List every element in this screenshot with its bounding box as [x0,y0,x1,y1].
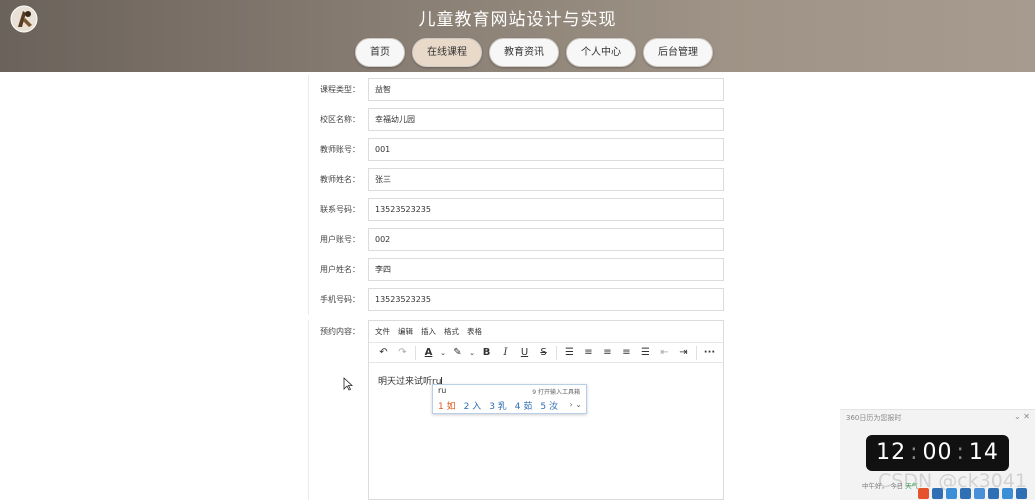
clock-minutes: 00 [922,440,953,465]
ime-candidate[interactable]: 4 茹 [515,399,533,412]
nav-home[interactable]: 首页 [355,38,405,67]
ime-hint[interactable]: 9 打开输入工具箱 [532,387,580,396]
ime-page-arrows[interactable]: › ⌄ [570,400,582,409]
menu-table[interactable]: 表格 [467,321,482,342]
language-icon[interactable] [932,488,943,499]
teacher-account-field[interactable]: 001 [368,138,724,161]
text-color-icon[interactable]: A [419,344,438,362]
ime-candidate[interactable]: 3 乳 [489,399,507,412]
tools-icon[interactable] [1016,488,1027,499]
user-account-label: 用户账号： [308,225,368,255]
ime-candidate-window: ru 9 打开输入工具箱 1 如 2 入 3 乳 4 茹 5 汝 › ⌄ [432,384,587,414]
chevron-down-icon[interactable]: ⌄ [438,344,448,362]
close-icon[interactable]: ⌄ ✕ [1014,412,1030,421]
punctuation-icon[interactable] [946,488,957,499]
align-justify-icon[interactable]: ☰ [636,344,655,362]
campus-field[interactable]: 幸福幼儿园 [368,108,724,131]
teacher-name-field[interactable]: 张三 [368,168,724,191]
toolbar-divider [415,345,416,360]
undo-icon[interactable]: ↶ [374,344,393,362]
menu-file[interactable]: 文件 [375,321,390,342]
redo-icon[interactable]: ↷ [393,344,412,362]
menu-insert[interactable]: 插入 [421,321,436,342]
more-icon[interactable]: ··· [700,344,719,362]
form-row-course-type: 课程类型： 益智 [308,75,725,105]
toolbar-divider [556,345,557,360]
highlight-color-icon[interactable]: ✎ [448,344,467,362]
campus-label: 校区名称： [308,105,368,135]
nav-online-courses[interactable]: 在线课程 [412,38,482,67]
ime-candidate[interactable]: 1 如 [438,399,456,412]
system-tray [918,488,1030,500]
clock-hours: 12 [876,440,907,465]
phone-field[interactable]: 13523523235 [368,288,724,311]
bold-icon[interactable]: B [477,344,496,362]
menu-edit[interactable]: 编辑 [398,321,413,342]
mouse-pointer-icon [343,377,353,391]
teacher-name-label: 教师姓名： [308,165,368,195]
toolbar-divider [696,345,697,360]
line-height-icon[interactable]: ☰ [560,344,579,362]
site-title: 儿童教育网站设计与实现 [418,10,617,30]
user-name-label: 用户姓名： [308,255,368,285]
ime-candidate[interactable]: 5 汝 [540,399,558,412]
underline-icon[interactable]: U [515,344,534,362]
course-type-field[interactable]: 益智 [368,78,724,101]
ime-input-text: ru [438,386,447,395]
ime-candidates: 1 如 2 入 3 乳 4 茹 5 汝 [438,399,566,412]
course-type-label: 课程类型： [308,75,368,105]
digital-clock: 12:00:14 [866,435,1009,471]
contact-number-label: 联系号码： [308,195,368,225]
nav-admin[interactable]: 后台管理 [643,38,713,67]
keyboard-icon[interactable] [988,488,999,499]
nav-education-news[interactable]: 教育资讯 [489,38,559,67]
form-row-phone: 手机号码： 13523523235 [308,285,725,315]
emoji-icon[interactable] [960,488,971,499]
form-row-user-account: 用户账号： 002 [308,225,725,255]
form-row-user-name: 用户姓名： 李四 [308,255,725,285]
chevron-down-icon[interactable]: ⌄ [467,344,477,362]
form-row-contact-number: 联系号码： 13523523235 [308,195,725,225]
form-row-teacher-name: 教师姓名： 张三 [308,165,725,195]
timer-title: 360日历为您报时 [846,414,902,422]
site-header: 儿童教育网站设计与实现 首页 在线课程 教育资讯 个人中心 后台管理 [0,0,1035,72]
sogou-ime-icon[interactable] [918,488,929,499]
user-name-field[interactable]: 李四 [368,258,724,281]
clock-seconds: 14 [968,440,999,465]
editor-toolbar: ↶ ↷ A ⌄ ✎ ⌄ B I U S ☰ ≡ ≡ ≡ ☰ ⇤ ⇥ ··· [369,343,723,363]
ime-candidate[interactable]: 2 入 [464,399,482,412]
microphone-icon[interactable] [974,488,985,499]
indent-icon[interactable]: ⇥ [674,344,693,362]
teacher-account-label: 教师账号： [308,135,368,165]
main-nav: 首页 在线课程 教育资讯 个人中心 后台管理 [355,38,720,67]
menu-format[interactable]: 格式 [444,321,459,342]
contact-number-field[interactable]: 13523523235 [368,198,724,221]
form-row-teacher-account: 教师账号： 001 [308,135,725,165]
form-row-campus: 校区名称： 幸福幼儿园 [308,105,725,135]
user-account-field[interactable]: 002 [368,228,724,251]
booking-content-label: 预约内容： [308,320,368,500]
outdent-icon[interactable]: ⇤ [655,344,674,362]
align-right-icon[interactable]: ≡ [617,344,636,362]
italic-icon[interactable]: I [496,344,515,362]
nav-personal-center[interactable]: 个人中心 [566,38,636,67]
align-left-icon[interactable]: ≡ [579,344,598,362]
editor-menubar: 文件 编辑 插入 格式 表格 [369,321,723,343]
skin-icon[interactable] [1002,488,1013,499]
align-center-icon[interactable]: ≡ [598,344,617,362]
strikethrough-icon[interactable]: S [534,344,553,362]
phone-label: 手机号码： [308,285,368,315]
